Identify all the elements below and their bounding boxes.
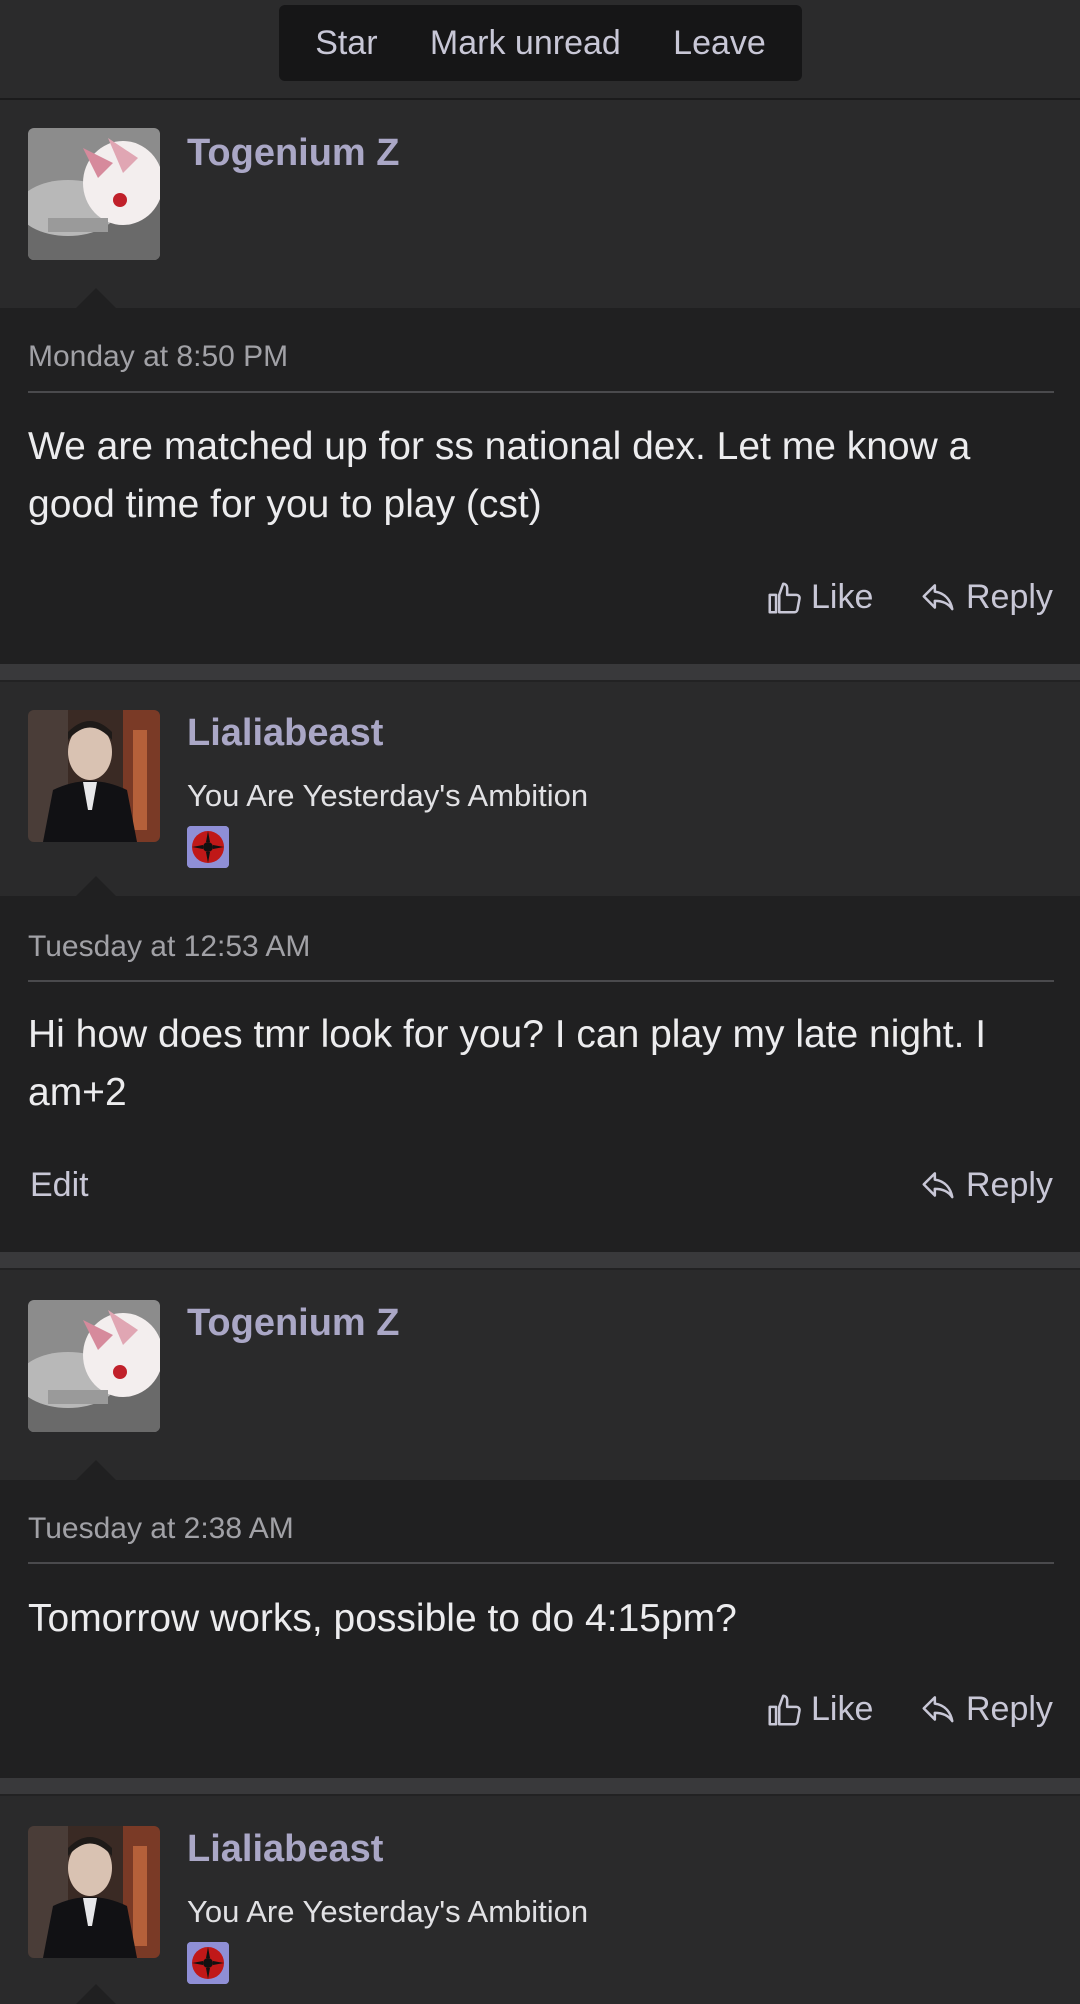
avatar[interactable] bbox=[28, 1826, 160, 1958]
conversation-toolbar: Star Mark unread Leave bbox=[0, 0, 1080, 100]
author-name[interactable]: Togenium Z bbox=[187, 1302, 400, 1345]
message-content: Tuesday at 12:53 AM Hi how does tmr look… bbox=[0, 896, 1080, 1252]
leave-button[interactable]: Leave bbox=[673, 24, 766, 63]
message-user-block: Togenium Z bbox=[0, 100, 1080, 308]
edit-label: Edit bbox=[30, 1166, 89, 1204]
user-title: You Are Yesterday's Ambition bbox=[187, 1894, 589, 1929]
message-separator bbox=[0, 1778, 1080, 1794]
author-name[interactable]: Lialiabeast bbox=[187, 1828, 383, 1871]
user-arrow bbox=[76, 876, 116, 896]
edit-button[interactable]: Edit bbox=[30, 1166, 89, 1205]
reply-label: Reply bbox=[966, 578, 1053, 616]
conversation-actions: Star Mark unread Leave bbox=[279, 5, 802, 81]
like-label: Like bbox=[811, 578, 874, 616]
divider bbox=[28, 980, 1054, 982]
reply-button[interactable]: Reply bbox=[918, 1166, 1053, 1205]
avatar[interactable] bbox=[28, 128, 160, 260]
like-label: Like bbox=[811, 1690, 874, 1728]
message-date[interactable]: Tuesday at 2:38 AM bbox=[28, 1512, 294, 1546]
reply-icon bbox=[922, 1695, 954, 1722]
mark-unread-button[interactable]: Mark unread bbox=[430, 24, 621, 63]
message-date[interactable]: Monday at 8:50 PM bbox=[28, 340, 288, 374]
user-badge-icon bbox=[187, 1942, 229, 1984]
message-separator bbox=[0, 1252, 1080, 1268]
thumbs-up-icon bbox=[768, 1693, 801, 1726]
message-body: Tomorrow works, possible to do 4:15pm? bbox=[28, 1597, 737, 1640]
divider bbox=[28, 1562, 1054, 1564]
author-name[interactable]: Togenium Z bbox=[187, 132, 400, 175]
reply-button[interactable]: Reply bbox=[918, 578, 1053, 617]
message-content: Tuesday at 2:38 AM Tomorrow works, possi… bbox=[0, 1480, 1080, 1778]
reply-icon bbox=[922, 583, 954, 610]
message-user-block: Lialiabeast You Are Yesterday's Ambition bbox=[0, 682, 1080, 896]
message-date[interactable]: Tuesday at 12:53 AM bbox=[28, 930, 310, 964]
thumbs-up-icon bbox=[768, 581, 801, 614]
avatar[interactable] bbox=[28, 710, 160, 842]
reply-icon bbox=[922, 1171, 954, 1198]
reply-label: Reply bbox=[966, 1166, 1053, 1204]
reply-label: Reply bbox=[966, 1690, 1053, 1728]
star-button[interactable]: Star bbox=[315, 24, 377, 63]
message-content: Monday at 8:50 PM We are matched up for … bbox=[0, 308, 1080, 664]
message-user-block: Lialiabeast You Are Yesterday's Ambition bbox=[0, 1796, 1080, 2004]
divider bbox=[28, 391, 1054, 393]
avatar[interactable] bbox=[28, 1300, 160, 1432]
reply-button[interactable]: Reply bbox=[918, 1690, 1053, 1729]
message-user-block: Togenium Z bbox=[0, 1270, 1080, 1480]
like-button[interactable]: Like bbox=[765, 578, 873, 617]
like-button[interactable]: Like bbox=[765, 1690, 873, 1729]
user-arrow bbox=[76, 1460, 116, 1480]
message-body: We are matched up for ss national dex. L… bbox=[28, 425, 971, 526]
author-name[interactable]: Lialiabeast bbox=[187, 712, 383, 755]
user-badge-icon bbox=[187, 826, 229, 868]
user-arrow bbox=[76, 1984, 116, 2004]
user-arrow bbox=[76, 288, 116, 308]
message-separator bbox=[0, 664, 1080, 680]
user-title: You Are Yesterday's Ambition bbox=[187, 778, 589, 813]
message-body: Hi how does tmr look for you? I can play… bbox=[28, 1013, 987, 1114]
